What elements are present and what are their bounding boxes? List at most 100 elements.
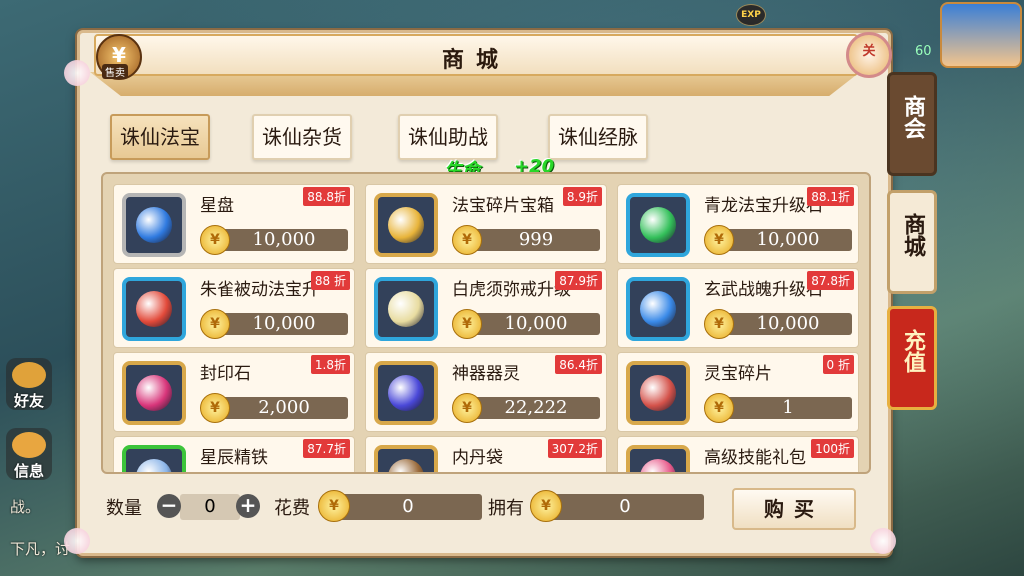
title-bar: 商城 bbox=[94, 34, 858, 76]
item-price: 2,000 bbox=[220, 397, 348, 419]
cost-value: 0 bbox=[334, 494, 482, 520]
message-label: 信息 bbox=[13, 462, 44, 480]
side-tab-shanghui[interactable]: 商会 bbox=[887, 72, 937, 176]
quantity-value: 0 bbox=[180, 494, 240, 520]
tab-jingmai[interactable]: 诛仙经脉 bbox=[548, 114, 648, 160]
item-gem bbox=[136, 291, 172, 327]
coin-icon: ¥ bbox=[530, 490, 562, 522]
tab-zahuo[interactable]: 诛仙杂货 bbox=[252, 114, 352, 160]
shop-item[interactable]: 封印石 1.8折 2,000 ¥ bbox=[113, 352, 355, 432]
item-price: 10,000 bbox=[220, 229, 348, 251]
shop-item[interactable]: 星辰精铁 87.7折 bbox=[113, 436, 355, 472]
discount-badge: 307.2折 bbox=[547, 439, 602, 458]
item-gem bbox=[640, 459, 676, 472]
item-gem bbox=[640, 375, 676, 411]
item-price: 10,000 bbox=[724, 313, 852, 335]
item-gem bbox=[388, 207, 424, 243]
fragment-icon bbox=[626, 361, 690, 425]
chat-line: 下凡，讨 bbox=[10, 540, 71, 558]
buy-button[interactable]: 购买 bbox=[732, 488, 856, 530]
quantity-label: 数量 bbox=[106, 498, 142, 519]
side-tab-chongzhi[interactable]: 充值 bbox=[887, 306, 937, 410]
discount-badge: 1.8折 bbox=[310, 355, 350, 374]
coin-icon: ¥ bbox=[452, 225, 482, 255]
red-orb-icon bbox=[122, 277, 186, 341]
message-button[interactable]: 信息 bbox=[6, 428, 52, 480]
coin-icon: ¥ bbox=[704, 225, 734, 255]
friends-icon bbox=[12, 362, 46, 388]
shop-item[interactable]: 神器器灵 86.4折 22,222 ¥ bbox=[365, 352, 607, 432]
side-tab-shangcheng[interactable]: 商城 bbox=[887, 190, 937, 294]
item-gem bbox=[136, 459, 172, 472]
shop-item[interactable]: 青龙法宝升级石 88.1折 10,000 ¥ bbox=[617, 184, 859, 264]
side-tab-label: 商城 bbox=[900, 213, 925, 257]
shop-title: 商城 bbox=[441, 48, 510, 73]
item-price: 999 bbox=[472, 229, 600, 251]
iron-icon bbox=[122, 445, 186, 472]
discount-badge: 100折 bbox=[811, 439, 854, 458]
discount-badge: 88.1折 bbox=[807, 187, 854, 206]
shop-item[interactable]: 玄武战魄升级石 87.8折 10,000 ¥ bbox=[617, 268, 859, 348]
chat-line: 战。 bbox=[10, 498, 41, 516]
item-price: 22,222 bbox=[472, 397, 600, 419]
flower-decoration bbox=[64, 528, 90, 554]
discount-badge: 86.4折 bbox=[555, 355, 602, 374]
friends-button[interactable]: 好友 bbox=[6, 358, 52, 410]
item-price: 1 bbox=[724, 397, 852, 419]
discount-badge: 87.7折 bbox=[303, 439, 350, 458]
shop-item[interactable]: 星盘 88.8折 10,000 ¥ bbox=[113, 184, 355, 264]
minus-button[interactable]: − bbox=[157, 494, 181, 518]
gift-box-icon bbox=[374, 193, 438, 257]
message-icon bbox=[12, 432, 46, 458]
item-gem bbox=[640, 207, 676, 243]
item-gem bbox=[640, 291, 676, 327]
exp-badge: EXP bbox=[736, 4, 766, 26]
star-plate-icon bbox=[122, 193, 186, 257]
shop-item[interactable]: 高级技能礼包 100折 bbox=[617, 436, 859, 472]
blue-orb-icon bbox=[626, 277, 690, 341]
flower-decoration bbox=[64, 60, 90, 86]
coin-icon: ¥ bbox=[318, 490, 350, 522]
cost-label: 花费 bbox=[274, 498, 310, 519]
flower-decoration bbox=[870, 528, 896, 554]
coin-icon: ¥ bbox=[200, 393, 230, 423]
green-orb-icon bbox=[626, 193, 690, 257]
discount-badge: 88.8折 bbox=[303, 187, 350, 206]
shop-item[interactable]: 朱雀被动法宝升 88 折 10,000 ¥ bbox=[113, 268, 355, 348]
tab-zhuzhan[interactable]: 诛仙助战 bbox=[398, 114, 498, 160]
seal-stone-icon bbox=[122, 361, 186, 425]
coin-icon: ¥ bbox=[452, 393, 482, 423]
side-tab-label: 商会 bbox=[900, 95, 925, 139]
side-tab-label: 充值 bbox=[900, 329, 925, 373]
item-grid: 星盘 88.8折 10,000 ¥ 法宝碎片宝箱 8.9折 999 ¥ 青龙法宝升级石 88.1折… bbox=[101, 172, 871, 474]
item-price: 10,000 bbox=[724, 229, 852, 251]
item-gem bbox=[388, 375, 424, 411]
shop-item[interactable]: 内丹袋 307.2折 bbox=[365, 436, 607, 472]
shop-item[interactable]: 法宝碎片宝箱 8.9折 999 ¥ bbox=[365, 184, 607, 264]
discount-badge: 88 折 bbox=[310, 271, 350, 290]
player-level: 60 bbox=[915, 44, 932, 59]
pouch-icon bbox=[374, 445, 438, 472]
shop-item[interactable]: 白虎须弥戒升级 87.9折 10,000 ¥ bbox=[365, 268, 607, 348]
close-button[interactable]: 关 bbox=[846, 32, 892, 78]
item-gem bbox=[388, 291, 424, 327]
tab-fabao[interactable]: 诛仙法宝 bbox=[110, 114, 210, 160]
discount-badge: 8.9折 bbox=[562, 187, 602, 206]
plus-button[interactable]: + bbox=[236, 494, 260, 518]
sell-tag: 售卖 bbox=[102, 64, 128, 79]
item-price: 10,000 bbox=[472, 313, 600, 335]
item-gem bbox=[136, 375, 172, 411]
own-value: 0 bbox=[546, 494, 704, 520]
skill-gift-icon bbox=[626, 445, 690, 472]
item-gem bbox=[388, 459, 424, 472]
shop-item[interactable]: 灵宝碎片 0 折 1 ¥ bbox=[617, 352, 859, 432]
player-avatar[interactable] bbox=[940, 2, 1022, 68]
white-orb-icon bbox=[374, 277, 438, 341]
coin-icon: ¥ bbox=[200, 309, 230, 339]
own-label: 拥有 bbox=[488, 498, 524, 519]
discount-badge: 87.8折 bbox=[807, 271, 854, 290]
discount-badge: 0 折 bbox=[822, 355, 854, 374]
coin-icon: ¥ bbox=[452, 309, 482, 339]
coin-icon: ¥ bbox=[200, 225, 230, 255]
friends-label: 好友 bbox=[13, 392, 44, 410]
